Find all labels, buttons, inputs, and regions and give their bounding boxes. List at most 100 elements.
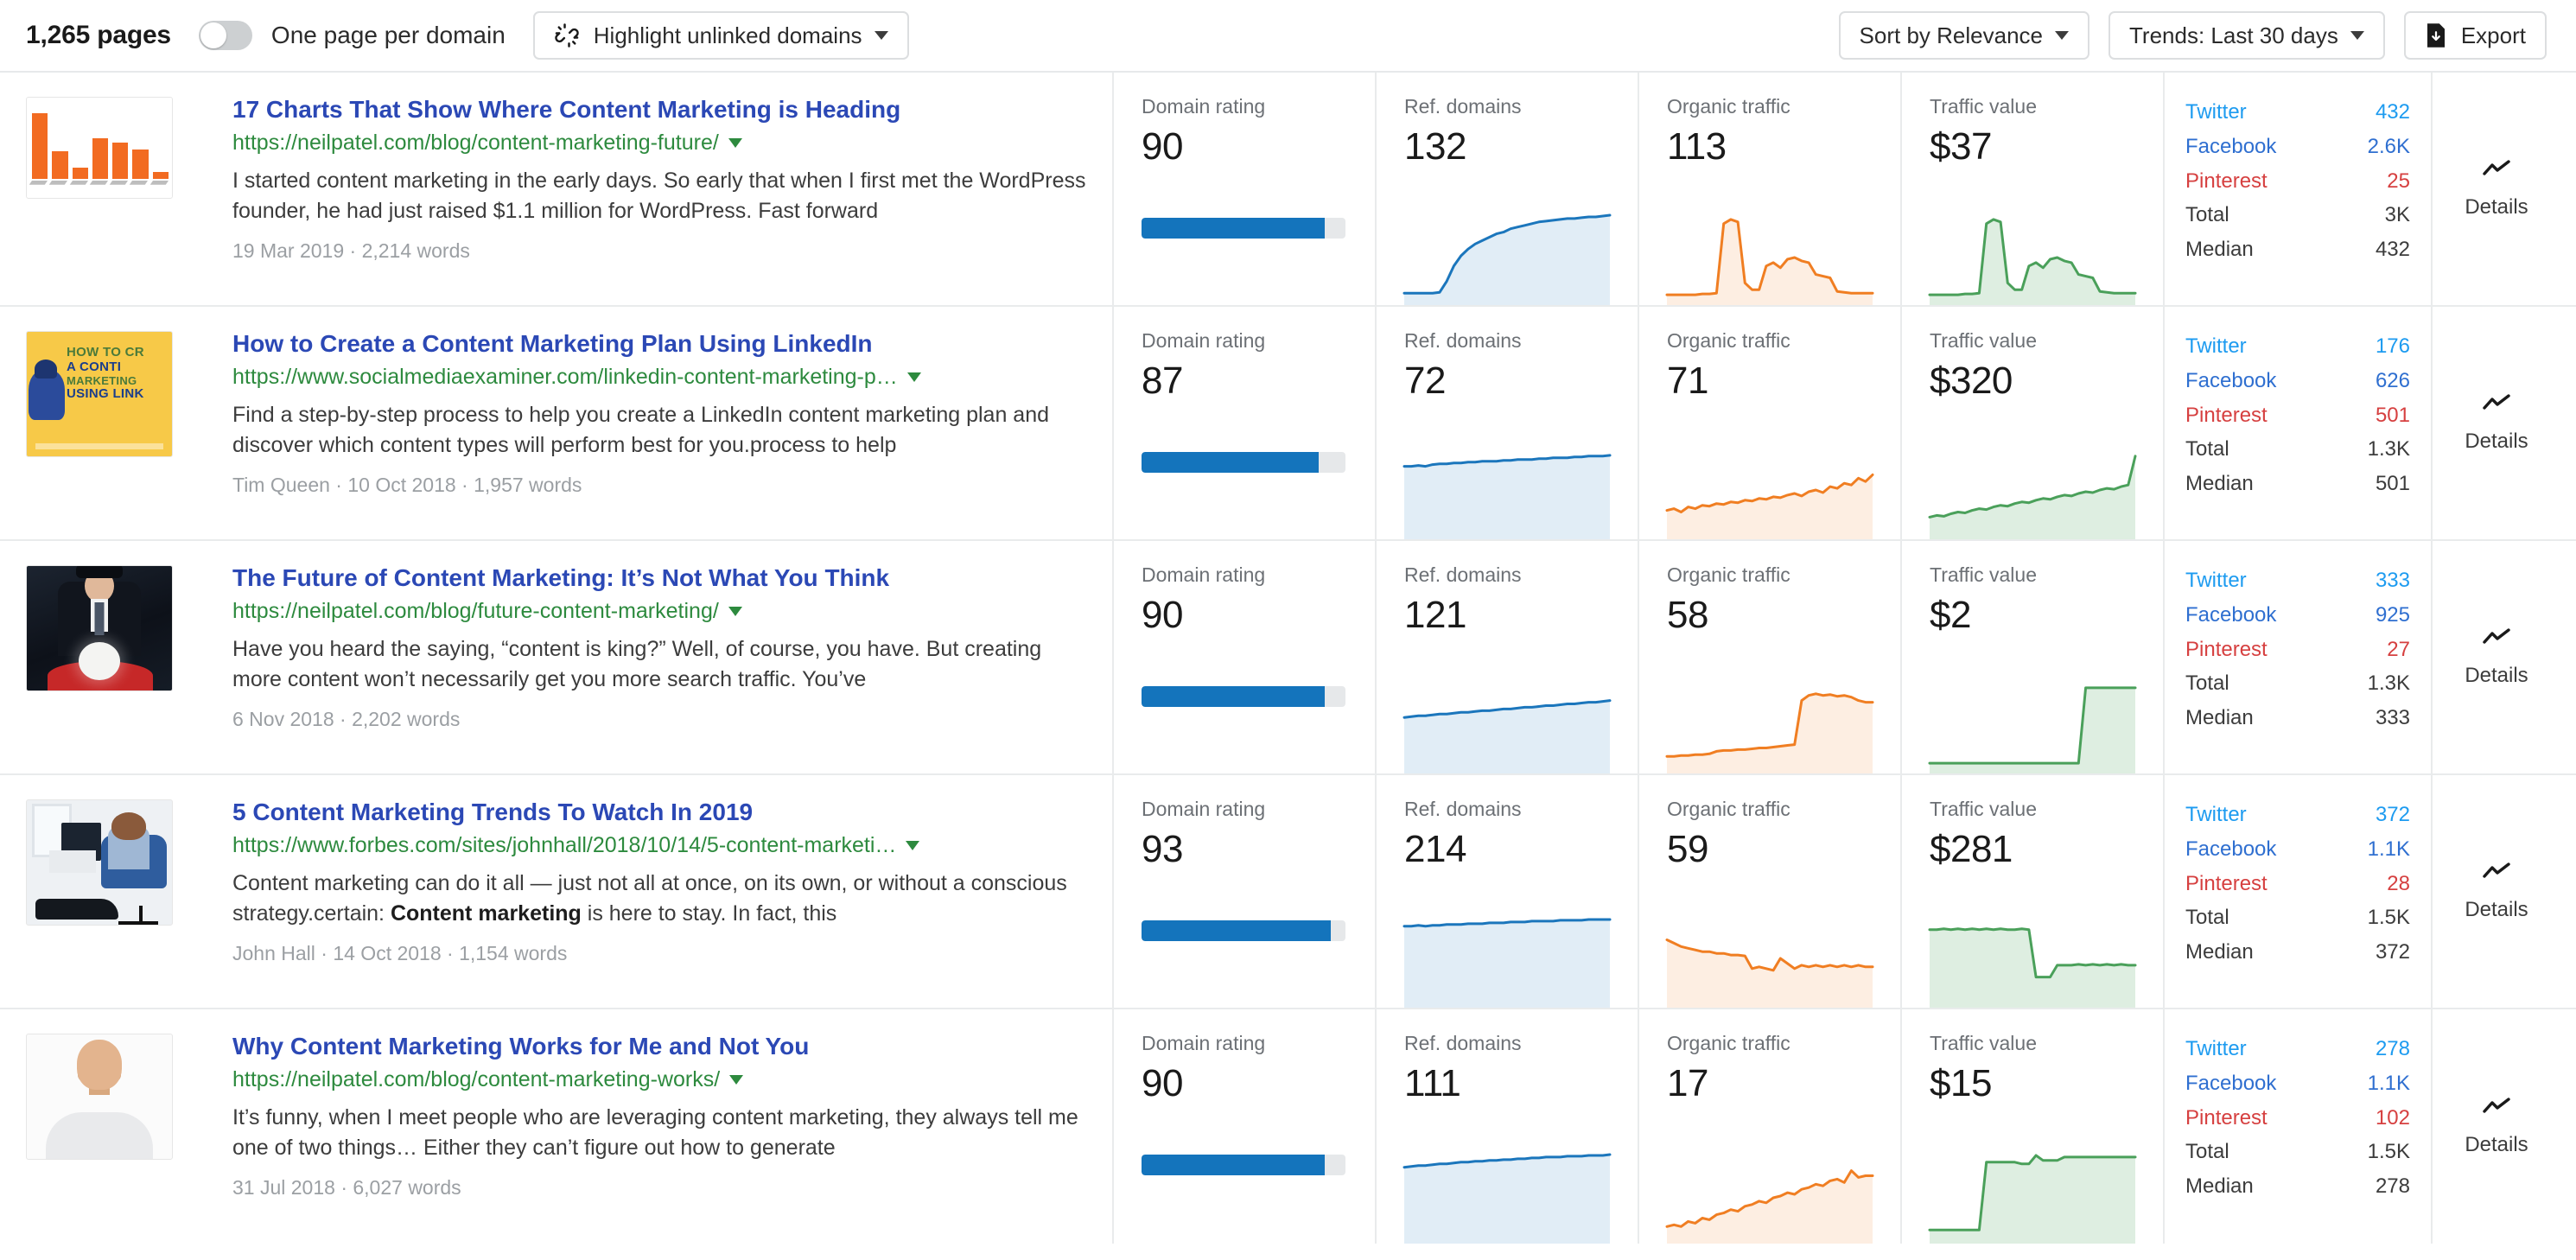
chevron-down-icon [874, 31, 888, 40]
metric-value: 72 [1404, 360, 1446, 402]
social-metrics-panel: Twitter 176 Facebook 626 Pinterest 501 Tota… [2163, 307, 2431, 539]
export-button[interactable]: Export [2403, 11, 2547, 60]
result-title-link[interactable]: 17 Charts That Show Where Content Market… [232, 95, 900, 124]
result-title-link[interactable]: The Future of Content Marketing: It’s No… [232, 563, 889, 593]
sort-by-relevance-button[interactable]: Sort by Relevance [1838, 11, 2089, 60]
bar-chart-thumbnail[interactable] [26, 97, 173, 199]
metric-organic-traffic: Organic traffic 113 [1638, 73, 1900, 305]
table-row: The Future of Content Marketing: It’s No… [0, 541, 2576, 775]
description-highlight: Content marketing [390, 900, 582, 926]
trends-range-button[interactable]: Trends: Last 30 days [2109, 11, 2385, 60]
result-description: Find a step-by-step process to help you … [232, 403, 1050, 457]
result-title-link[interactable]: Why Content Marketing Works for Me and N… [232, 1032, 809, 1061]
traffic-value-sparkline [1902, 201, 2165, 305]
result-description: It’s funny, when I meet people who are l… [232, 1105, 1078, 1160]
result-url-line: https://neilpatel.com/blog/future-conten… [232, 599, 1086, 624]
office-woman-thumbnail[interactable] [26, 799, 173, 926]
social-label: Facebook [2185, 134, 2277, 158]
download-file-icon [2425, 22, 2447, 48]
chevron-down-icon[interactable] [729, 1075, 744, 1085]
traffic-value-sparkline [1902, 1140, 2165, 1244]
metric-value: 17 [1667, 1062, 1708, 1104]
domain-rating-bar [1142, 218, 1345, 239]
result-url[interactable]: https://neilpatel.com/blog/future-conten… [232, 599, 719, 624]
result-url-line: https://www.socialmediaexaminer.com/link… [232, 365, 1086, 390]
social-facebook-row: Facebook 1.1K [2185, 832, 2410, 867]
details-button[interactable]: Details [2431, 307, 2560, 539]
social-label: Median [2185, 1174, 2254, 1199]
social-twitter-row: Twitter 333 [2185, 563, 2410, 598]
metric-domain-rating: Domain rating 90 [1112, 73, 1375, 305]
metrics-group: Domain rating 87 Ref. domains 72 Organic… [1112, 307, 2163, 539]
social-value: 333 [2375, 706, 2410, 730]
social-label: Total [2185, 437, 2229, 461]
result-url-line: https://neilpatel.com/blog/content-marke… [232, 130, 1086, 156]
metric-value: $320 [1930, 360, 2013, 402]
result-title-link[interactable]: 5 Content Marketing Trends To Watch In 2… [232, 798, 753, 827]
result-url[interactable]: https://neilpatel.com/blog/content-marke… [232, 130, 719, 156]
ref-domains-sparkline [1377, 436, 1639, 539]
social-label: Twitter [2185, 334, 2247, 358]
details-button[interactable]: Details [2431, 1009, 2560, 1244]
social-label: Total [2185, 203, 2229, 227]
pages-count: 1,265 pages [26, 21, 171, 49]
details-button[interactable]: Details [2431, 73, 2560, 305]
social-median-row: Median 278 [2185, 1169, 2410, 1204]
result-url[interactable]: https://www.forbes.com/sites/johnhall/20… [232, 833, 896, 858]
result-url[interactable]: https://neilpatel.com/blog/content-marke… [232, 1067, 720, 1092]
details-button[interactable]: Details [2431, 775, 2560, 1008]
social-value: 432 [2375, 100, 2410, 124]
organic-traffic-sparkline [1639, 436, 1902, 539]
metric-label: Domain rating [1142, 1032, 1266, 1054]
one-page-per-domain-toggle[interactable] [198, 21, 252, 50]
social-value: 28 [2387, 871, 2410, 895]
organic-traffic-sparkline [1639, 904, 1902, 1008]
result-snippet: The Future of Content Marketing: It’s No… [196, 541, 1112, 773]
result-snippet: 17 Charts That Show Where Content Market… [196, 73, 1112, 305]
linkedin-yellow-thumbnail[interactable]: HOW TO CR A CONTI MARKETING USING LINK [26, 331, 173, 457]
social-total-row: Total 1.3K [2185, 432, 2410, 467]
metric-label: Traffic value [1930, 563, 2037, 586]
broken-link-icon [554, 22, 580, 48]
chevron-down-icon[interactable] [728, 607, 742, 617]
traffic-value-sparkline [1902, 670, 2165, 773]
metric-ref-domains: Ref. domains 72 [1375, 307, 1638, 539]
chevron-down-icon[interactable] [906, 372, 921, 383]
social-label: Total [2185, 906, 2229, 930]
social-label: Facebook [2185, 1071, 2277, 1095]
social-total-row: Total 1.3K [2185, 666, 2410, 701]
chevron-down-icon [2055, 31, 2069, 40]
organic-traffic-sparkline [1639, 1140, 1902, 1244]
metrics-group: Domain rating 90 Ref. domains 111 Organi… [1112, 1009, 2163, 1244]
result-url-line: https://www.forbes.com/sites/johnhall/20… [232, 833, 1086, 858]
domain-rating-fill [1142, 686, 1326, 707]
metric-organic-traffic: Organic traffic 17 [1638, 1009, 1900, 1244]
details-button[interactable]: Details [2431, 541, 2560, 773]
social-value: 333 [2375, 569, 2410, 592]
social-label: Twitter [2185, 100, 2247, 124]
social-label: Total [2185, 671, 2229, 696]
ref-domains-sparkline [1377, 670, 1639, 773]
social-total-row: Total 3K [2185, 198, 2410, 232]
chevron-down-icon [2350, 31, 2364, 40]
social-value: 372 [2375, 940, 2410, 964]
chevron-down-icon[interactable] [728, 138, 742, 149]
social-value: 278 [2375, 1174, 2410, 1199]
trend-line-icon [2482, 861, 2511, 886]
social-facebook-row: Facebook 626 [2185, 364, 2410, 398]
headshot-thumbnail[interactable] [26, 1034, 173, 1160]
social-label: Median [2185, 238, 2254, 262]
highlight-unlinked-domains-button[interactable]: Highlight unlinked domains [532, 11, 909, 60]
result-title-link[interactable]: How to Create a Content Marketing Plan U… [232, 329, 873, 359]
crystal-ball-thumbnail[interactable] [26, 565, 173, 691]
thumbnail-head [77, 1040, 122, 1090]
social-facebook-row: Facebook 1.1K [2185, 1066, 2410, 1101]
thumbnail-desk [49, 850, 96, 873]
social-value: 27 [2387, 637, 2410, 661]
chevron-down-icon[interactable] [906, 841, 920, 851]
result-url[interactable]: https://www.socialmediaexaminer.com/link… [232, 365, 898, 390]
metric-domain-rating: Domain rating 90 [1112, 1009, 1375, 1244]
thumbnail-cell [0, 1009, 196, 1244]
metric-value: $37 [1930, 125, 1992, 168]
result-snippet: How to Create a Content Marketing Plan U… [196, 307, 1112, 539]
